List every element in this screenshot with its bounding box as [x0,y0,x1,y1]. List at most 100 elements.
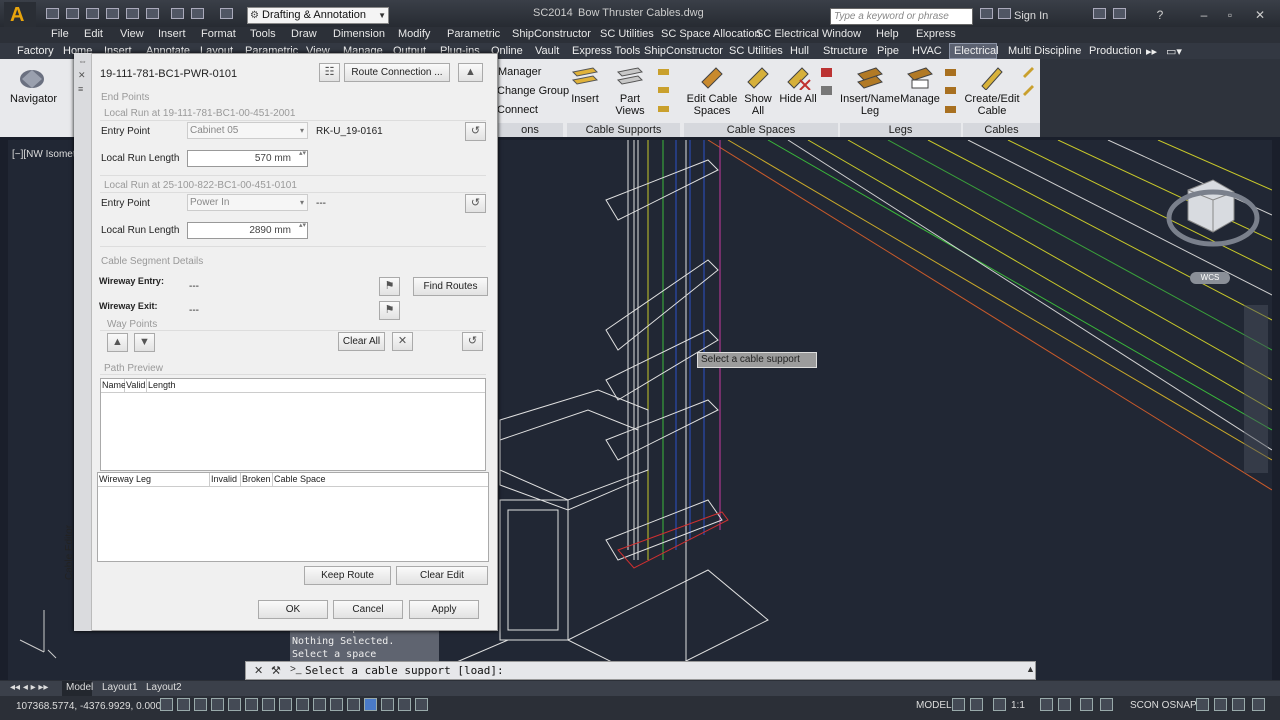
lineweight-icon[interactable] [330,698,343,711]
tab-multi-discipline[interactable]: Multi Discipline [1008,45,1081,57]
pick-entry-flag-icon[interactable]: ⚑ [379,277,400,296]
tab-layout2[interactable]: Layout2 [146,682,182,693]
sc-snap-icon[interactable] [415,698,428,711]
infer-constraints-icon[interactable] [160,698,173,711]
menu-insert[interactable]: Insert [158,28,186,40]
remove-waypoint-icon[interactable]: ✕ [392,332,413,351]
pick-exit-flag-icon[interactable]: ⚑ [379,301,400,320]
navigation-bar[interactable] [1244,305,1268,473]
new-icon[interactable] [46,8,59,19]
tab-electrical[interactable]: Electrical [954,45,999,57]
keep-route-button[interactable]: Keep Route [304,566,391,585]
binoculars-icon[interactable] [980,8,993,19]
tab-structure[interactable]: Structure [823,45,868,57]
entry-point-2-select[interactable]: Power In [187,194,308,211]
tab-sc-utilities[interactable]: SC Utilities [729,45,783,57]
minimize-button[interactable]: – [1194,8,1214,24]
close-icon[interactable]: ✕ [254,664,263,677]
clear-all-button[interactable]: Clear All [338,332,385,351]
snap-mode-icon[interactable] [177,698,190,711]
hide-all-icon[interactable] [784,64,812,90]
maximize-button[interactable]: ▫ [1220,8,1240,24]
apply-button[interactable]: Apply [409,600,479,619]
edit-cable-spaces-icon[interactable] [698,64,726,90]
sign-in-button[interactable]: Sign In [1014,10,1048,22]
open-icon[interactable] [66,8,79,19]
manage-legs-button[interactable]: Manage [900,93,940,105]
pin-icon[interactable]: ⇔ [78,56,87,66]
insert-support-button[interactable]: Insert [566,93,604,105]
hide-all-button[interactable]: Hide All [779,93,817,105]
transparency-icon[interactable] [347,698,360,711]
change-group-button[interactable]: Change Group [497,85,569,97]
dynamic-input-icon[interactable] [313,698,326,711]
plot-icon[interactable] [146,8,159,19]
save-as-icon[interactable] [106,8,119,19]
tab-hull[interactable]: Hull [790,45,809,57]
ortho-mode-icon[interactable] [211,698,224,711]
menu-tools[interactable]: Tools [250,28,276,40]
object-snap-icon[interactable] [245,698,258,711]
tab-express-tools[interactable]: Express Tools [572,45,640,57]
manage-legs-icon[interactable] [906,64,934,90]
properties-icon[interactable]: ≡ [78,84,83,94]
column-header-name[interactable]: Name [101,379,126,393]
show-all-button[interactable]: Show All [737,93,779,117]
command-prompt[interactable]: Select a cable support [load]: [305,664,504,677]
quick-view-drawings-icon[interactable] [970,698,983,711]
clear-edit-button[interactable]: Clear Edit [396,566,488,585]
workspace-selector[interactable]: Drafting & Annotation ▼ [247,7,389,24]
search-input[interactable]: Type a keyword or phrase [830,8,973,25]
leg-tool-1-icon[interactable] [944,66,957,79]
collapse-icon[interactable]: ▲ [458,63,483,82]
edit-cable-spaces-button[interactable]: Edit Cable Spaces [686,93,738,117]
close-button[interactable]: ✕ [1250,8,1270,24]
column-header-broken[interactable]: Broken [241,473,273,487]
show-all-icon[interactable] [744,64,772,90]
redo-icon[interactable] [220,8,233,19]
menu-sc-space-allocation[interactable]: SC Space Allocation [661,28,761,40]
menu-view[interactable]: View [120,28,144,40]
isolate-objects-icon[interactable] [1214,698,1227,711]
auto-scale-icon[interactable] [1058,698,1071,711]
grid-display-icon[interactable] [194,698,207,711]
navigator-label[interactable]: Navigator [10,93,57,105]
find-routes-button[interactable]: Find Routes [413,277,488,296]
print-icon[interactable] [126,8,139,19]
command-history-toggle-icon[interactable]: ▲ [1026,664,1035,674]
create-edit-cable-button[interactable]: Create/Edit Cable [964,93,1020,117]
entry-point-1-select[interactable]: Cabinet 05 [187,122,308,139]
printer-icon[interactable] [171,8,184,19]
cable-space-tool-2-icon[interactable] [820,84,833,97]
cable-tool-1-icon[interactable] [1022,66,1035,79]
annotation-visibility-icon[interactable] [1040,698,1053,711]
tab-shipconstructor[interactable]: ShipConstructor [644,45,723,57]
menu-format[interactable]: Format [201,28,236,40]
tab-layout1[interactable]: Layout1 [102,682,138,693]
model-space-toggle[interactable]: MODEL [916,700,952,711]
menu-modify[interactable]: Modify [398,28,430,40]
tab-factory[interactable]: Factory [17,45,54,57]
column-header-cable-space[interactable]: Cable Space [273,473,488,487]
undo-icon[interactable] [191,8,204,19]
create-edit-cable-icon[interactable] [978,64,1006,90]
clean-screen-icon[interactable] [1252,698,1265,711]
scon-osnap-toggle[interactable]: SCON OSNAP [1130,700,1197,711]
tree-view-icon[interactable]: ☷ [319,63,340,82]
tab-model[interactable]: Model [66,682,93,693]
insert-support-icon[interactable] [571,64,599,90]
move-up-icon[interactable]: ▲ [107,333,128,352]
column-header-invalid[interactable]: Invalid [210,473,241,487]
length-1-input[interactable]: 570 mm [187,150,308,167]
column-header-length[interactable]: Length [147,379,485,393]
ok-button[interactable]: OK [258,600,328,619]
hardware-acceleration-icon[interactable] [1196,698,1209,711]
annotation-monitor-icon[interactable] [398,698,411,711]
reset-waypoints-icon[interactable]: ↺ [462,332,483,351]
cable-tool-2-icon[interactable] [1022,84,1035,97]
polar-tracking-icon[interactable] [228,698,241,711]
more-tabs-icon[interactable]: ▸▸ [1146,45,1157,58]
leg-tool-3-icon[interactable] [944,103,957,116]
insert-name-leg-button[interactable]: Insert/Name Leg [840,93,900,117]
navigator-icon[interactable] [18,66,46,92]
